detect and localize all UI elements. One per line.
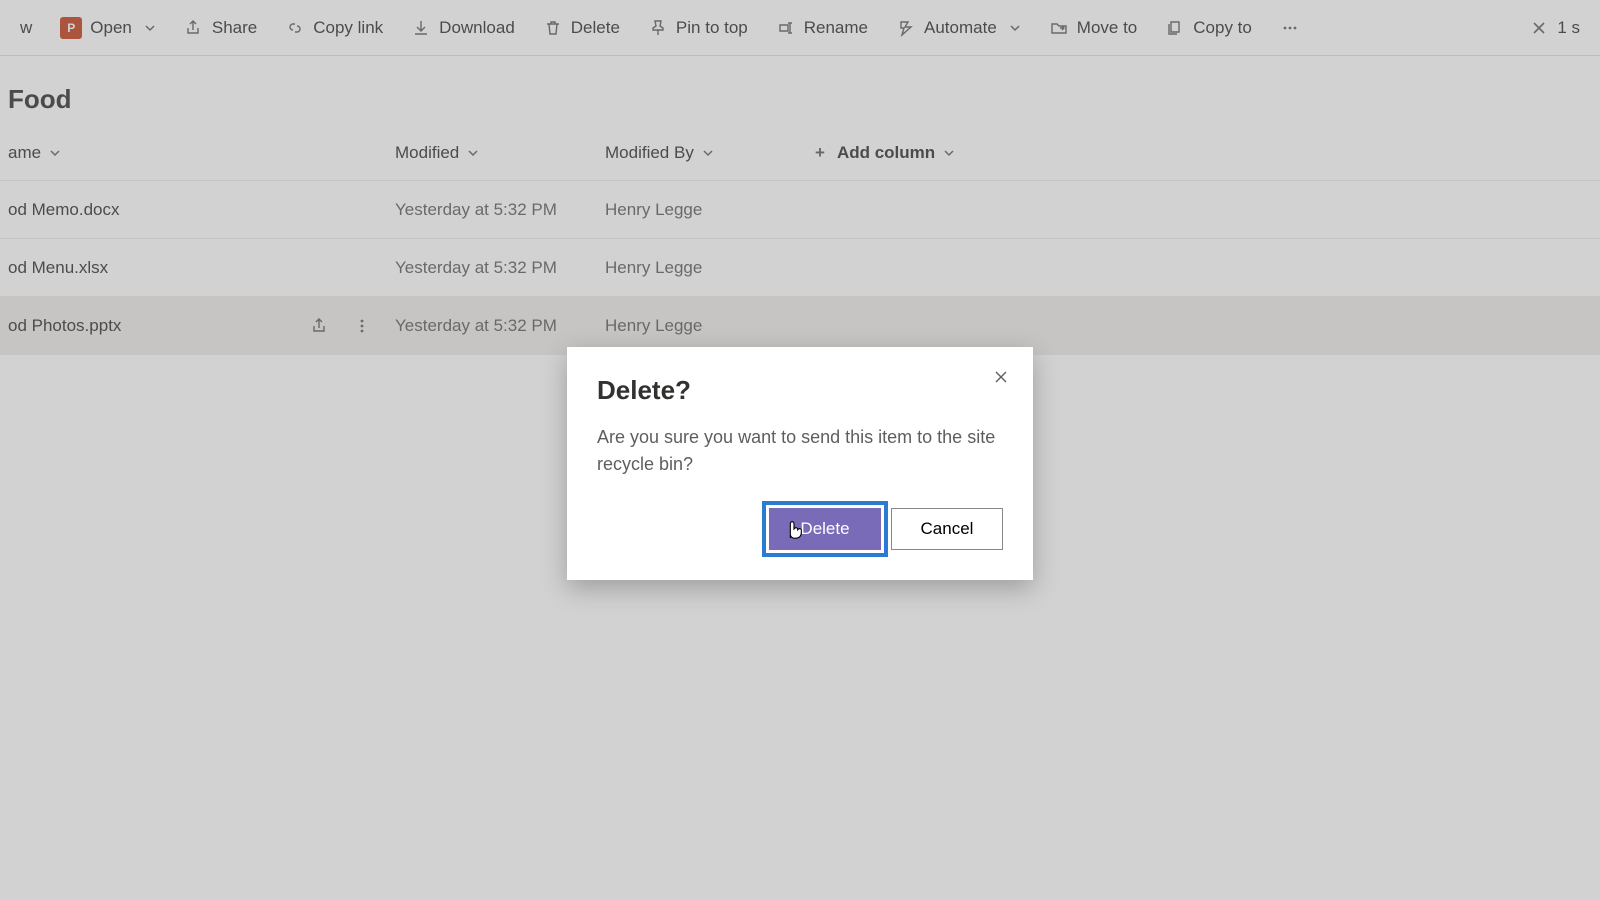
modal-scrim: Delete? Are you sure you want to send th… — [0, 0, 1600, 900]
dialog-cancel-button[interactable]: Cancel — [891, 508, 1003, 550]
dialog-delete-button[interactable]: Delete — [769, 508, 881, 550]
delete-dialog: Delete? Are you sure you want to send th… — [567, 347, 1033, 580]
close-icon — [993, 369, 1009, 385]
dialog-message: Are you sure you want to send this item … — [597, 424, 1003, 478]
dialog-title: Delete? — [597, 375, 1003, 406]
dialog-close-button[interactable] — [987, 363, 1015, 391]
